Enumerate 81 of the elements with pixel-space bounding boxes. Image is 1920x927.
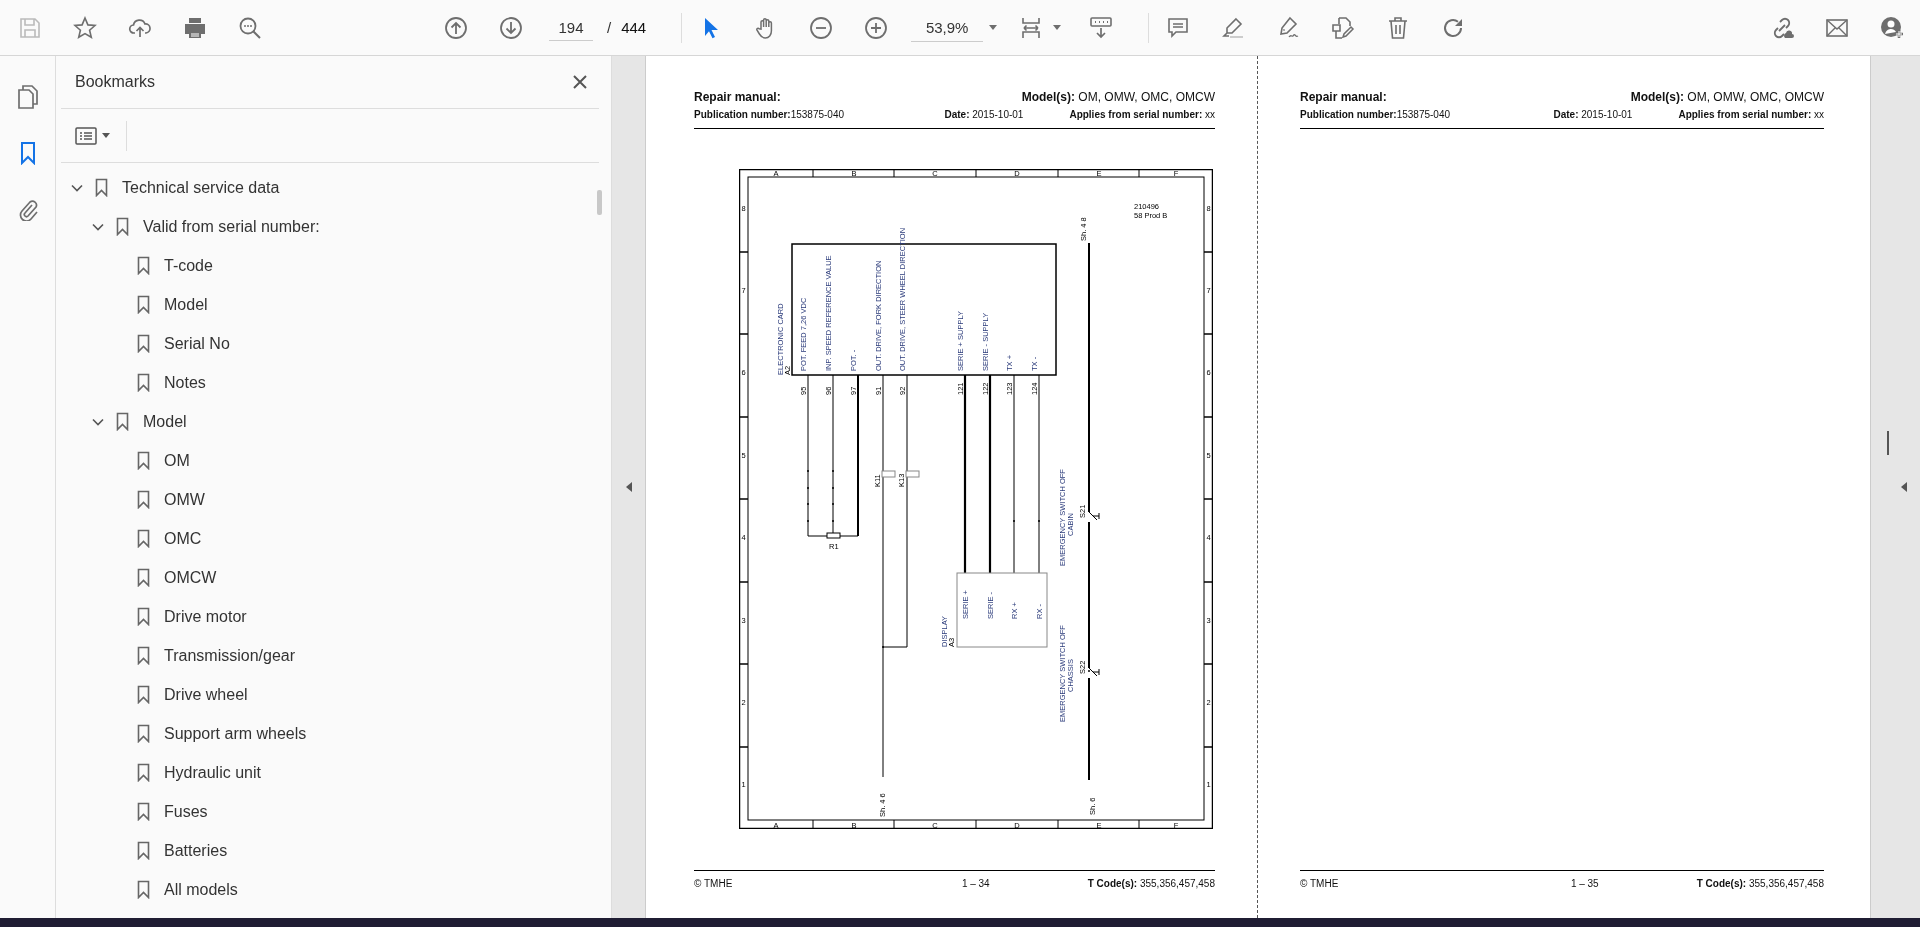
bookmark-item[interactable]: Batteries [164, 841, 228, 860]
bookmark-icon [137, 802, 150, 821]
star-icon[interactable] [73, 15, 97, 40]
comment-icon[interactable] [1166, 15, 1191, 40]
bookmark-icon [137, 256, 150, 275]
search-icon[interactable] [238, 15, 262, 40]
bookmark-icon [137, 373, 150, 392]
bookmark-icon [137, 295, 150, 314]
bookmark-item[interactable]: Support arm wheels [164, 724, 307, 743]
collapse-arrow-icon[interactable] [625, 482, 632, 492]
bookmark-item[interactable]: Transmission/gear [164, 646, 295, 665]
panel-title: Bookmarks [75, 73, 156, 91]
bookmark-item[interactable]: OMC [164, 529, 202, 548]
models-text: Model(s): OM, OMW, OMC, OMCW [1630, 90, 1824, 104]
bookmark-icon [95, 178, 108, 197]
zoom-dropdown[interactable]: 53,9% [911, 13, 984, 42]
page-separator: / [607, 19, 612, 36]
bookmark-item[interactable]: Serial No [164, 334, 230, 353]
next-page-icon[interactable] [499, 15, 523, 40]
page-number-field[interactable]: 194 [549, 14, 593, 41]
bookmark-icon[interactable] [19, 141, 36, 165]
bookmark-icon [137, 724, 150, 743]
page-number-text: 1 – 34 [961, 878, 990, 889]
serial-text: Applies from serial number: xx [1678, 109, 1824, 120]
bookmark-icon [137, 568, 150, 587]
caret-icon[interactable] [1053, 25, 1062, 30]
list-options-icon[interactable] [75, 126, 97, 145]
bookmark-item[interactable]: OMW [164, 490, 205, 509]
bookmark-icon [137, 334, 150, 353]
bookmark-item[interactable]: Notes [164, 373, 206, 392]
tcode-text: T Code(s): 355,356,457,458 [1696, 878, 1824, 889]
print-icon[interactable] [183, 15, 207, 40]
bookmark-item[interactable]: Valid from serial number: [143, 217, 320, 236]
bookmark-item[interactable]: All models [164, 880, 238, 899]
bookmark-item[interactable]: Hydraulic unit [164, 763, 261, 782]
caret-icon[interactable] [102, 133, 110, 138]
keyboard-download-icon[interactable] [1089, 15, 1114, 40]
zoom-out-icon[interactable] [809, 15, 834, 40]
bookmark-item[interactable]: Drive motor [164, 607, 247, 626]
bookmark-icon [137, 451, 150, 470]
expand-arrow-icon[interactable] [1901, 482, 1907, 492]
edit-document-icon[interactable] [1331, 15, 1356, 40]
zoom-in-icon[interactable] [864, 15, 889, 40]
bookmark-item[interactable]: Model [164, 295, 208, 314]
caret-icon[interactable] [989, 25, 998, 30]
bookmark-icon [137, 490, 150, 509]
bookmark-icon [137, 763, 150, 782]
add-user-icon[interactable] [1880, 15, 1904, 40]
models-text: Model(s): OM, OMW, OMC, OMCW [1021, 90, 1215, 104]
bookmark-icon [137, 880, 150, 899]
serial-text: Applies from serial number: xx [1069, 109, 1215, 120]
tcode-text: T Code(s): 355,356,457,458 [1087, 878, 1215, 889]
paperclip-icon[interactable] [17, 197, 38, 221]
copyright-text: © TMHE [1300, 878, 1339, 889]
bookmark-icon [137, 646, 150, 665]
bookmark-item[interactable]: Drive wheel [164, 685, 248, 704]
previous-page-icon[interactable] [444, 15, 468, 40]
bookmark-icon [116, 412, 129, 431]
bookmark-icon [137, 607, 150, 626]
bookmark-item[interactable]: Fuses [164, 802, 208, 821]
manual-title: Repair manual: [1300, 90, 1387, 104]
date-text: Date: 2015-10-01 [1553, 109, 1633, 120]
scroll-thumb[interactable] [597, 190, 602, 215]
copyright-text: © TMHE [694, 878, 733, 889]
highlighter-icon[interactable] [1221, 15, 1246, 40]
publication-number: Publication number:153875-040 [694, 109, 845, 120]
bookmark-item[interactable]: OMCW [164, 568, 217, 587]
page-count: 444 [621, 19, 647, 36]
bookmark-icon [116, 217, 129, 236]
date-text: Date: 2015-10-01 [944, 109, 1024, 120]
bookmark-icon [137, 841, 150, 860]
bookmark-item[interactable]: Model [143, 412, 187, 431]
bookmark-icon [137, 529, 150, 548]
bookmark-item[interactable]: OM [164, 451, 190, 470]
bookmark-item[interactable]: Technical service data [122, 178, 280, 197]
bookmark-icon [137, 685, 150, 704]
page-number-text: 1 – 35 [1570, 878, 1599, 889]
publication-number: Publication number:153875-040 [1300, 109, 1451, 120]
pages-icon[interactable] [16, 85, 39, 109]
bookmark-item[interactable]: T-code [164, 256, 213, 275]
manual-title: Repair manual: [694, 90, 781, 104]
